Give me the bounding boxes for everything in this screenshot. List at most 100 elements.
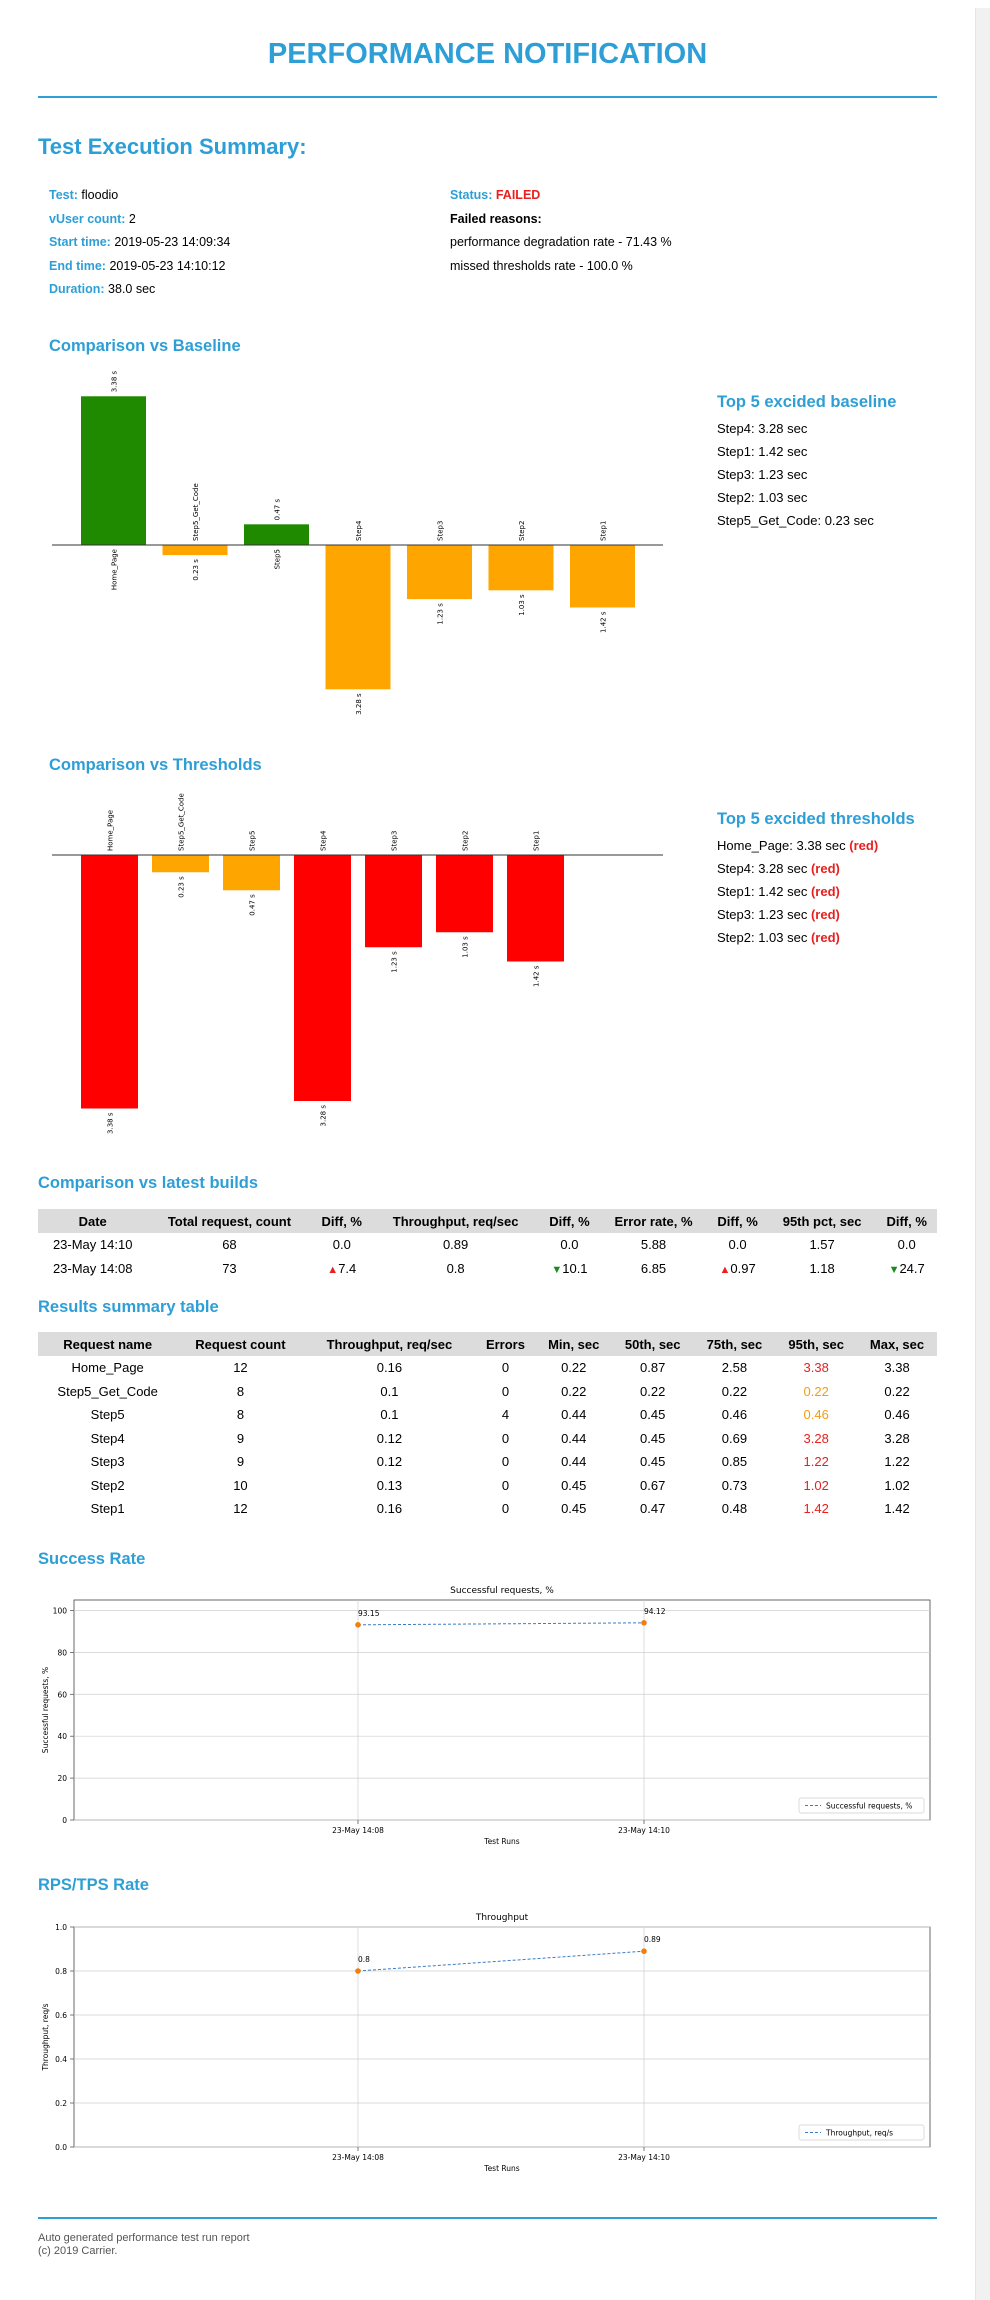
list-item: Step2: 1.03 sec: [717, 490, 808, 505]
list-item: Step3: 1.23 sec: [717, 467, 808, 482]
results-table: Request name Request count Throughput, r…: [38, 1332, 937, 1521]
chart-title: Successful requests, %: [450, 1586, 554, 1596]
category-label: Step1: [600, 521, 608, 541]
table-row: Home_Page 12 0.16 0 0.22 0.87 2.58 3.38 3.38: [71, 1360, 910, 1376]
data-label: 3.38 s: [111, 370, 119, 392]
x-axis-label: Test Runs: [483, 1837, 520, 1846]
list-item: Step3: 1.23 sec (red): [717, 907, 840, 922]
summary-title: Test Execution Summary:: [38, 134, 307, 159]
data-point: [355, 1968, 361, 1974]
y-tick-label: 1.0: [55, 1923, 67, 1932]
thresholds-top5-title: Top 5 excided thresholds: [717, 810, 915, 828]
category-label: Step2: [518, 521, 526, 541]
summary-left: Test: floodio vUser count: 2 Start time:…: [49, 184, 230, 302]
data-label: 3.38 s: [107, 1112, 115, 1134]
category-label: Step5: [274, 549, 282, 569]
y-tick-label: 60: [57, 1690, 67, 1699]
y-tick-label: 0.8: [55, 1967, 67, 1976]
data-label: 0.89: [644, 1935, 661, 1944]
arrow-down-icon: ▼: [888, 1263, 900, 1276]
data-label: 0.47 s: [274, 499, 282, 521]
data-label: 1.23 s: [391, 951, 399, 973]
baseline-title: Comparison vs Baseline: [49, 337, 241, 355]
data-label: 1.42 s: [533, 965, 541, 987]
x-axis-label: Test Runs: [483, 2164, 520, 2173]
builds-table: Date Total request, count Diff, % Throug…: [38, 1209, 937, 1280]
footer-divider: [38, 2217, 937, 2219]
baseline-top5: Top 5 excided baseline Step4: 3.28 sec S…: [717, 391, 896, 532]
data-label: 93.15: [358, 1609, 380, 1618]
throughput-chart: Throughput 0.0 0.2 0.4 0.6 0.8 1.0 23-May 14:08…: [41, 1913, 931, 2173]
failed-reason: missed thresholds rate - 100.0 %: [450, 258, 633, 273]
data-label: 3.28 s: [320, 1105, 328, 1127]
builds-title: Comparison vs latest builds: [38, 1174, 259, 1192]
category-label: Home_Page: [107, 810, 115, 851]
summary-vusers: vUser count: 2: [49, 211, 136, 226]
list-item: Step2: 1.03 sec (red): [717, 930, 840, 945]
table-row: Step5 8 0.1 4 0.44 0.45 0.46 0.46 0.46: [90, 1407, 910, 1423]
category-label: Step3: [391, 831, 399, 851]
failed-reasons-label: Failed reasons:: [450, 211, 542, 226]
table-row: Step2 10 0.13 0 0.45 0.67 0.73 1.02 1.02: [90, 1477, 910, 1493]
footer-copyright: (c) 2019 Carrier.: [38, 2245, 118, 2257]
header-divider: [38, 96, 937, 98]
thresholds-top5: Top 5 excided thresholds Home_Page: 3.38…: [717, 808, 915, 949]
legend-label: Successful requests, %: [826, 1802, 912, 1811]
bar: [507, 855, 564, 962]
report-page: PERFORMANCE NOTIFICATION Test Execution …: [0, 0, 975, 2300]
y-tick-label: 20: [57, 1774, 67, 1783]
arrow-up-icon: ▲: [327, 1263, 339, 1276]
table-row: Step1 12 0.16 0 0.45 0.47 0.48 1.42 1.42: [90, 1501, 910, 1517]
y-tick-label: 0: [62, 1816, 67, 1825]
data-label: 0.47 s: [249, 894, 257, 916]
success-rate-chart: Successful requests, % 0 20 40 60 80 100 23-May…: [41, 1586, 931, 1846]
failed-reason: performance degradation rate - 71.43 %: [450, 235, 672, 249]
data-label: 0.23 s: [178, 876, 186, 898]
y-tick-label: 40: [57, 1732, 67, 1741]
data-point: [641, 1619, 647, 1626]
bar: [294, 855, 351, 1101]
legend-label: Throughput, req/s: [825, 2129, 893, 2138]
scrollbar[interactable]: [975, 8, 990, 2300]
bar: [407, 545, 472, 600]
baseline-top5-title: Top 5 excided baseline: [717, 393, 897, 411]
thresholds-title: Comparison vs Thresholds: [49, 756, 262, 774]
plot-area: [73, 1926, 931, 2148]
bar: [436, 855, 493, 933]
results-title: Results summary table: [38, 1298, 219, 1316]
list-item: Step4: 3.28 sec (red): [717, 861, 840, 876]
y-tick-label: 0.0: [55, 2143, 67, 2152]
list-item: Home_Page: 3.38 sec (red): [717, 838, 879, 853]
category-label: Step5_Get_Code: [192, 483, 200, 541]
data-point: [355, 1622, 361, 1628]
table-header-row: Request name Request count Throughput, r…: [38, 1332, 937, 1356]
data-label: 94.12: [644, 1607, 666, 1616]
summary-right: Status: FAILED Failed reasons: performan…: [450, 184, 672, 278]
data-label: 1.23 s: [437, 603, 445, 625]
y-tick-label: 80: [57, 1648, 67, 1657]
category-label: Home_Page: [111, 549, 119, 590]
list-item: Step4: 3.28 sec: [717, 421, 808, 436]
category-label: Step4: [355, 520, 363, 541]
summary-end: End time: 2019-05-23 14:10:12: [49, 258, 226, 273]
table-row: 23-May 14:08 73 ▲7.4 0.8 ▼10.1 6.85 ▲0.9…: [52, 1260, 925, 1276]
status-badge: FAILED: [495, 188, 541, 202]
table-header-row: Date Total request, count Diff, % Throug…: [38, 1209, 937, 1233]
bar: [81, 396, 146, 545]
y-axis-label: Successful requests, %: [41, 1667, 50, 1753]
y-tick-label: 0.4: [55, 2055, 67, 2064]
y-tick-label: 0.6: [55, 2011, 67, 2020]
bar: [162, 545, 228, 556]
y-axis-label: Throughput, req/s: [41, 2003, 50, 2071]
data-label: 1.42 s: [600, 611, 608, 633]
bar: [244, 524, 309, 545]
x-tick-label: 23-May 14:08: [332, 2153, 384, 2162]
table-row: Step4 9 0.12 0 0.44 0.45 0.69 3.28 3.28: [90, 1430, 910, 1446]
summary-start: Start time: 2019-05-23 14:09:34: [49, 235, 231, 249]
category-label: Step5: [249, 831, 257, 851]
category-label: Step3: [437, 521, 445, 541]
rps-title: RPS/TPS Rate: [38, 1876, 149, 1894]
bar: [81, 855, 138, 1109]
y-tick-label: 0.2: [55, 2099, 67, 2108]
success-title: Success Rate: [38, 1550, 146, 1568]
